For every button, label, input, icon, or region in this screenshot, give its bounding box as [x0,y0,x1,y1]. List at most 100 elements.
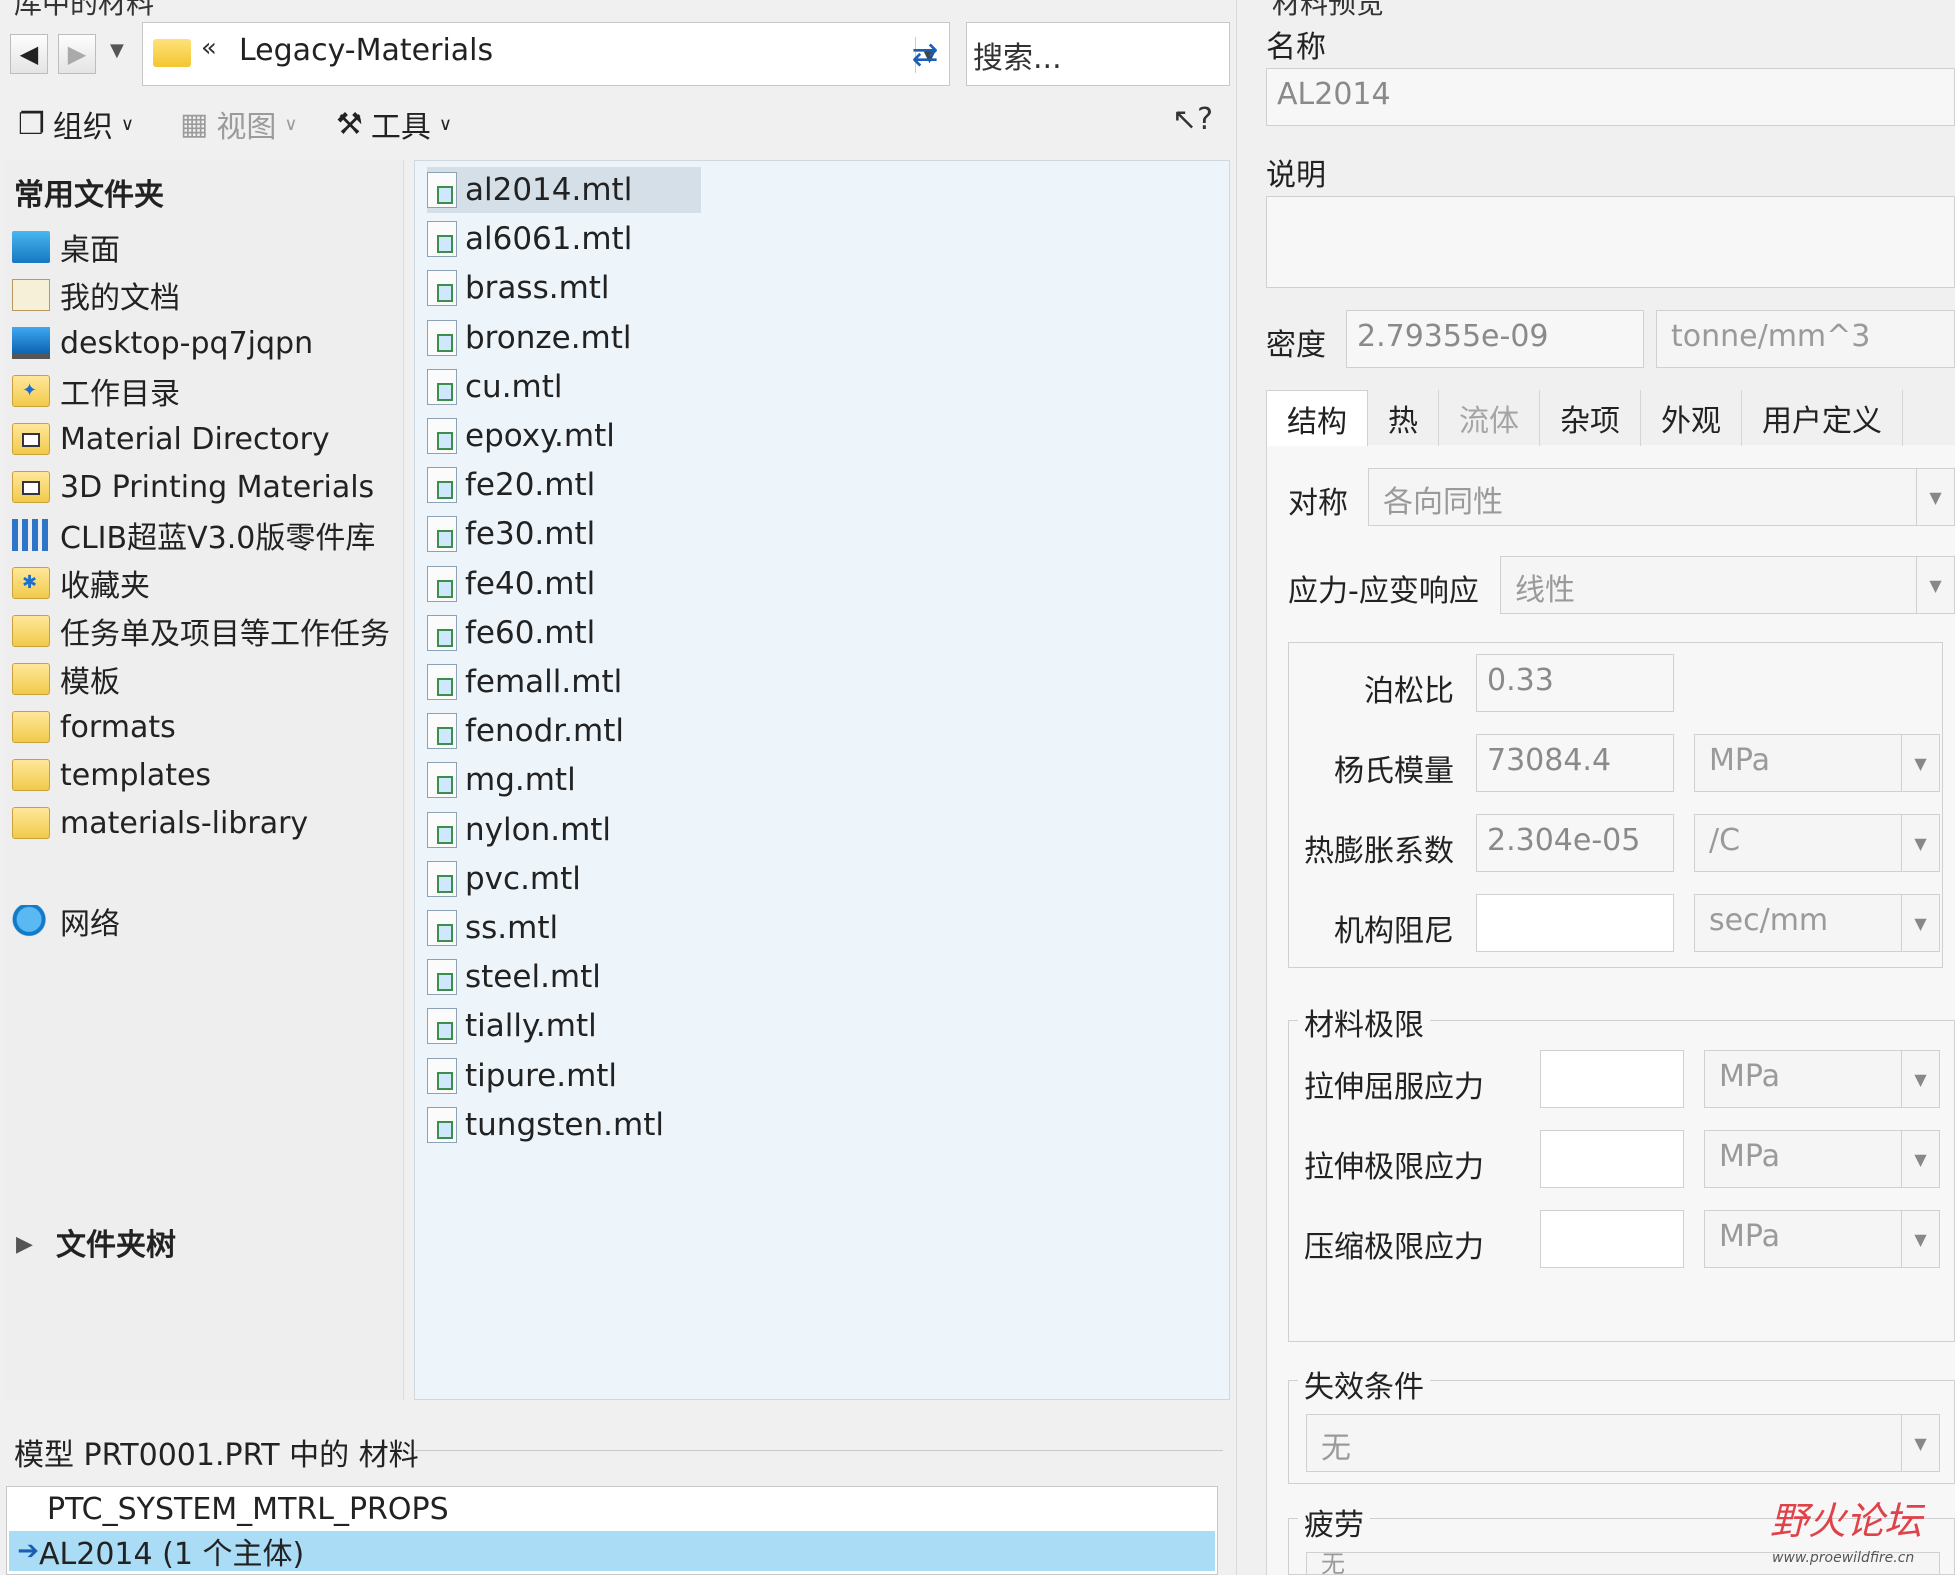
list-item-label: AL2014 (1 个主体) [39,1537,305,1572]
name-label: 名称 [1266,30,1326,65]
stress-strain-select[interactable]: 线性 ▼ [1500,556,1955,614]
file-item[interactable]: pvc.mtl [427,856,591,902]
material-file-icon [427,910,457,946]
tensile-ultimate-unit-value: MPa [1719,1139,1781,1174]
organize-menu[interactable]: ❐ 组织 ∨ [18,102,134,146]
path-bar[interactable]: « Legacy-Materials ▼ [142,22,950,86]
file-item[interactable]: epoxy.mtl [427,413,625,459]
file-name: fenodr.mtl [465,713,624,750]
expand-triangle-icon[interactable]: ▶ [16,1232,33,1257]
folder-item-materials-library[interactable]: materials-library [12,798,308,848]
file-name: tially.mtl [465,1008,597,1045]
material-file-icon [427,319,457,356]
organize-label: 组织 [52,110,113,145]
refresh-button[interactable]: ⇄ [900,22,950,86]
file-name: mg.mtl [465,762,576,799]
pane-divider[interactable] [1236,0,1237,1575]
file-item[interactable]: tungsten.mtl [427,1102,674,1148]
thermal-expansion-unit-select[interactable]: /C ▼ [1694,814,1940,872]
file-item[interactable]: al6061.mtl [427,216,642,262]
density-unit-select[interactable]: tonne/mm^3 [1656,310,1955,368]
view-menu[interactable]: ▦ 视图 ∨ [180,102,298,146]
folder-item-tasks[interactable]: 任务单及项目等工作任务 [12,606,390,656]
library-section-title: 库中的材料 [14,0,155,20]
thermal-expansion-field[interactable]: 2.304e-05 [1476,814,1674,872]
path-chevron[interactable]: « [201,33,217,63]
forward-button[interactable]: ▶ [58,34,96,74]
compressive-ultimate-unit-select[interactable]: MPa ▼ [1704,1210,1940,1268]
file-item[interactable]: bronze.mtl [427,315,642,361]
tensile-yield-field[interactable] [1540,1050,1684,1108]
poisson-field[interactable]: 0.33 [1476,654,1674,712]
folder-item-label: 我的文档 [60,281,180,316]
tools-menu[interactable]: ⚒ 工具 ∨ [336,102,452,146]
file-item[interactable]: tipure.mtl [427,1053,627,1099]
file-item[interactable]: ss.mtl [427,905,568,951]
file-item[interactable]: fe60.mtl [427,610,605,656]
file-item[interactable]: fe30.mtl [427,511,605,557]
description-field[interactable] [1266,196,1955,288]
tab-user-defined[interactable]: 用户定义 [1742,390,1903,446]
folder-item-templates[interactable]: templates [12,750,211,800]
path-text[interactable]: Legacy-Materials [239,33,493,68]
tensile-ultimate-unit-select[interactable]: MPa ▼ [1704,1130,1940,1188]
folder-item-templates-cn[interactable]: 模板 [12,654,120,704]
file-item[interactable]: cu.mtl [427,364,573,410]
tensile-yield-unit-select[interactable]: MPa ▼ [1704,1050,1940,1108]
poisson-label: 泊松比 [1364,674,1454,709]
tab-structural[interactable]: 结构 [1266,390,1368,446]
young-modulus-unit-select[interactable]: MPa ▼ [1694,734,1940,792]
folder-tree-toggle[interactable]: 文件夹树 [56,1220,176,1264]
file-item[interactable]: brass.mtl [427,265,620,311]
compressive-ultimate-field[interactable] [1540,1210,1684,1268]
organize-icon: ❐ [18,106,45,142]
folder-item-label: 收藏夹 [60,569,150,604]
folder-item-working-dir[interactable]: ✦ 工作目录 [12,366,180,416]
refresh-icon: ⇄ [911,35,939,73]
tools-icon: ⚒ [336,106,363,142]
folder-item-desktop[interactable]: 桌面 [12,222,120,272]
file-item[interactable]: fe40.mtl [427,561,605,607]
list-item-selected[interactable]: ➔ AL2014 (1 个主体) [9,1531,1215,1572]
file-item[interactable]: steel.mtl [427,954,611,1000]
damping-unit-select[interactable]: sec/mm ▼ [1694,894,1940,952]
tab-appearance[interactable]: 外观 [1641,390,1742,446]
search-input[interactable]: 搜索... [966,22,1230,86]
folder-item-computer[interactable]: desktop-pq7jqpn [12,318,313,368]
folder-item-clib[interactable]: CLIB超蓝V3.0版零件库 [12,510,375,560]
file-item[interactable]: al2014.mtl [427,167,701,213]
folder-item-favorites[interactable]: ✱ 收藏夹 [12,558,150,608]
young-modulus-field[interactable]: 73084.4 [1476,734,1674,792]
failure-criteria-select[interactable]: 无 ▼ [1306,1414,1940,1472]
material-file-icon [427,860,457,897]
file-item[interactable]: femall.mtl [427,659,632,705]
tab-misc[interactable]: 杂项 [1540,390,1641,446]
file-name: fe60.mtl [465,614,596,651]
list-item-label: PTC_SYSTEM_MTRL_PROPS [47,1491,449,1527]
file-item[interactable]: nylon.mtl [427,807,621,853]
symmetry-value: 各向同性 [1383,485,1503,520]
density-field[interactable]: 2.79355e-09 [1346,310,1644,368]
file-item[interactable]: fenodr.mtl [427,708,634,754]
tensile-ultimate-label: 拉伸极限应力 [1304,1150,1484,1185]
list-item[interactable]: PTC_SYSTEM_MTRL_PROPS [9,1489,1215,1529]
damping-field[interactable] [1476,894,1674,952]
symmetry-select[interactable]: 各向同性 ▼ [1368,468,1955,526]
folder-item-documents[interactable]: 我的文档 [12,270,180,320]
folder-item-network[interactable]: 网络 [12,896,120,946]
whats-this-help-icon[interactable]: ↖? [1172,102,1213,137]
file-item[interactable]: tially.mtl [427,1003,607,1049]
name-field[interactable]: AL2014 [1266,68,1955,126]
tensile-ultimate-field[interactable] [1540,1130,1684,1188]
back-button[interactable]: ◀ [10,34,48,74]
file-item[interactable]: fe20.mtl [427,462,605,508]
folder-item-formats[interactable]: formats [12,702,176,752]
tab-thermal[interactable]: 热 [1368,390,1439,446]
history-dropdown-icon[interactable]: ▼ [110,40,124,61]
tab-fluid[interactable]: 流体 [1439,390,1540,446]
chevron-down-icon: ▼ [1901,1051,1939,1107]
folder-item-3d-printing[interactable]: 3D Printing Materials [12,462,374,512]
folder-item-material-directory[interactable]: Material Directory [12,414,330,464]
file-item[interactable]: mg.mtl [427,757,586,803]
folder-item-label: CLIB超蓝V3.0版零件库 [60,521,376,556]
